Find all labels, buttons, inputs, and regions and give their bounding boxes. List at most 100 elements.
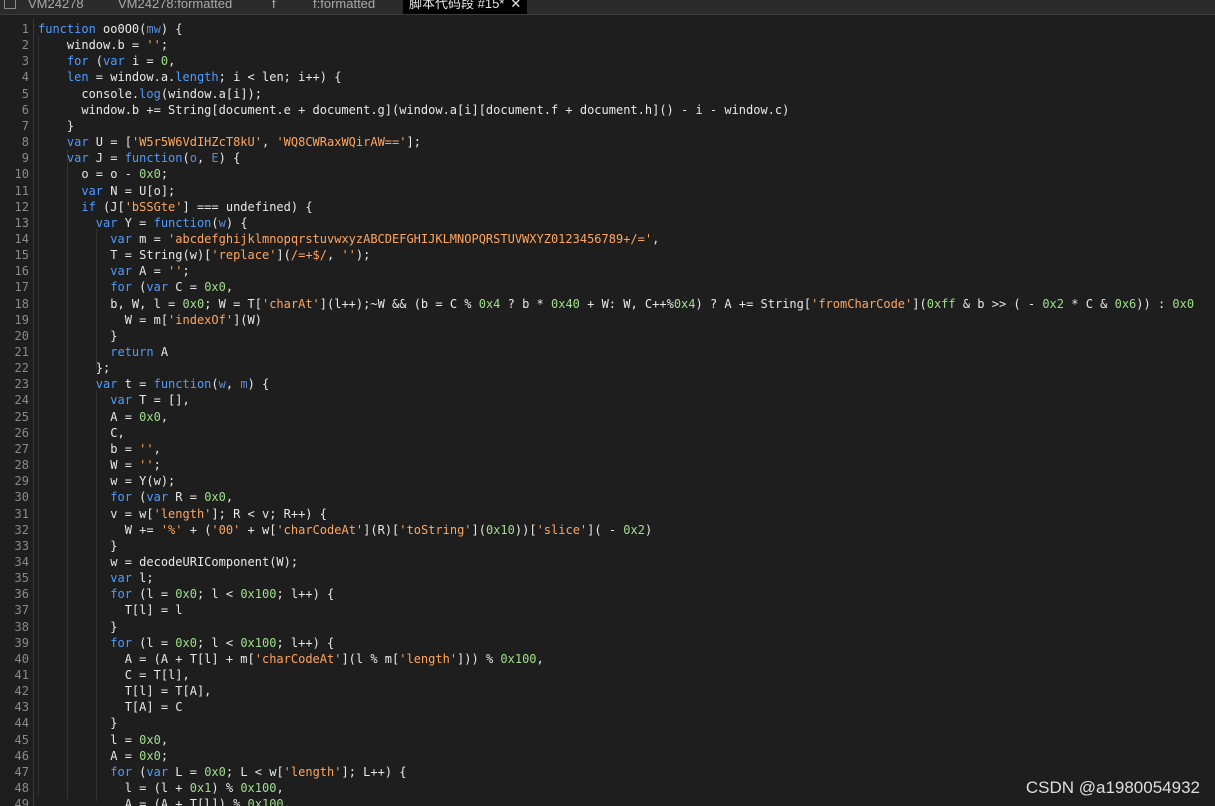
code-token: A =	[131, 264, 169, 279]
line-number[interactable]: 49	[0, 796, 29, 806]
line-number[interactable]: 32	[0, 522, 29, 538]
line-number[interactable]: 24	[0, 392, 29, 408]
line-number[interactable]: 26	[0, 425, 29, 441]
code-token: ,	[225, 490, 234, 505]
line-number[interactable]: 39	[0, 635, 29, 651]
code-token: N = U[o];	[103, 183, 176, 198]
code-token: T[A] = C	[38, 700, 183, 715]
code-token: (l =	[131, 635, 176, 650]
line-number[interactable]: 40	[0, 651, 29, 667]
tab-vm24278[interactable]: VM24278	[28, 0, 84, 14]
line-number[interactable]: 33	[0, 538, 29, 554]
line-number[interactable]: 16	[0, 263, 29, 279]
line-number[interactable]: 4	[0, 69, 29, 85]
line-number[interactable]: 31	[0, 506, 29, 522]
code-token: ](W)	[233, 312, 262, 327]
code-token: for	[38, 490, 132, 505]
code-token: function	[38, 22, 96, 36]
code-token: ; l <	[196, 587, 241, 602]
tab-snippet-15[interactable]: 脚本代码段 #15* ✕	[403, 0, 528, 14]
line-number[interactable]: 25	[0, 409, 29, 425]
line-number[interactable]: 11	[0, 183, 29, 199]
code-line: l = (l + 0x1) % 0x100,	[38, 780, 284, 796]
code-editor[interactable]: 1 2 3 4 5 6 7 8 9 10 11 12 13 14 15 16 17 18 19 20 21 22 23 24 2…	[0, 19, 1215, 806]
line-number[interactable]: 29	[0, 473, 29, 489]
code-token: 0xff	[926, 296, 956, 311]
line-number[interactable]: 3	[0, 53, 29, 69]
line-number[interactable]: 35	[0, 570, 29, 586]
code-line: b, W, l = 0x0; W = T['charAt'](l++);~W &…	[38, 296, 1194, 312]
line-number[interactable]: 17	[0, 279, 29, 295]
code-token: var	[38, 183, 104, 198]
line-number[interactable]: 5	[0, 86, 29, 102]
line-number[interactable]: 9	[0, 150, 29, 166]
code-token: 'slice'	[536, 522, 588, 537]
code-token: R =	[168, 490, 205, 505]
tab-f[interactable]: f	[272, 0, 276, 14]
line-number[interactable]: 13	[0, 215, 29, 231]
line-number[interactable]: 34	[0, 554, 29, 570]
code-token: U = [	[88, 135, 132, 150]
line-number[interactable]: 10	[0, 166, 29, 182]
code-token: ,	[261, 135, 277, 150]
code-token: b, W, l =	[38, 296, 183, 311]
line-number[interactable]: 14	[0, 231, 29, 247]
code-token: ) %	[211, 781, 241, 796]
tab-vm24278-formatted[interactable]: VM24278:formatted	[118, 0, 232, 14]
code-token: l =	[38, 732, 140, 747]
code-token: 0x0	[139, 409, 161, 424]
line-number[interactable]: 41	[0, 667, 29, 683]
line-number[interactable]: 44	[0, 715, 29, 731]
code-token: ;	[153, 458, 161, 473]
code-token: (J[	[95, 199, 125, 214]
line-number[interactable]: 23	[0, 376, 29, 392]
line-number[interactable]: 37	[0, 602, 29, 618]
code-line: W += '%' + ('00' + w['charCodeAt'](R)['t…	[38, 522, 653, 538]
line-number[interactable]: 28	[0, 457, 29, 473]
close-icon[interactable]: ✕	[510, 0, 521, 11]
code-line: A = (A + T[l]) % 0x100,	[38, 796, 291, 806]
line-number[interactable]: 30	[0, 489, 29, 505]
line-number[interactable]: 1	[0, 21, 29, 37]
line-number[interactable]: 2	[0, 37, 29, 53]
code-token: for	[38, 764, 132, 779]
line-number[interactable]: 8	[0, 134, 29, 150]
line-number[interactable]: 36	[0, 586, 29, 602]
line-number[interactable]: 7	[0, 118, 29, 134]
line-number[interactable]: 42	[0, 683, 29, 699]
code-token: ? b *	[500, 296, 551, 311]
code-token: )) :	[1136, 296, 1173, 311]
line-number[interactable]: 18	[0, 296, 29, 312]
line-number[interactable]: 15	[0, 247, 29, 263]
line-number[interactable]: 46	[0, 748, 29, 764]
tab-f-formatted[interactable]: f:formatted	[313, 0, 375, 14]
line-number[interactable]: 38	[0, 619, 29, 635]
code-token: 0x0	[139, 732, 161, 747]
code-token: for	[38, 54, 89, 69]
line-number[interactable]: 21	[0, 344, 29, 360]
code-token: 0x4	[478, 296, 501, 311]
code-token: ,	[652, 231, 660, 246]
code-token: log	[139, 86, 161, 101]
line-number[interactable]: 6	[0, 102, 29, 118]
code-line: if (J['bSSGte'] === undefined) {	[38, 199, 312, 215]
code-area[interactable]: function oo0O0(mw) { window.b = ''; for …	[38, 19, 1215, 806]
code-token: '%'	[160, 522, 183, 537]
line-number[interactable]: 19	[0, 312, 29, 328]
line-number[interactable]: 43	[0, 699, 29, 715]
code-token: var	[146, 280, 169, 295]
line-number[interactable]: 47	[0, 764, 29, 780]
line-number[interactable]: 27	[0, 441, 29, 457]
code-token: mw	[146, 22, 161, 36]
code-line: return A	[38, 344, 168, 360]
code-token: 0x6	[1114, 296, 1137, 311]
code-token: 'length'	[399, 651, 458, 666]
line-number[interactable]: 22	[0, 360, 29, 376]
panel-icon[interactable]	[4, 0, 16, 9]
code-token: ,	[276, 781, 284, 796]
line-number[interactable]: 12	[0, 199, 29, 215]
line-number[interactable]: 45	[0, 732, 29, 748]
line-number[interactable]: 20	[0, 328, 29, 344]
line-number[interactable]: 48	[0, 780, 29, 796]
code-token: C = T[l],	[38, 668, 190, 682]
